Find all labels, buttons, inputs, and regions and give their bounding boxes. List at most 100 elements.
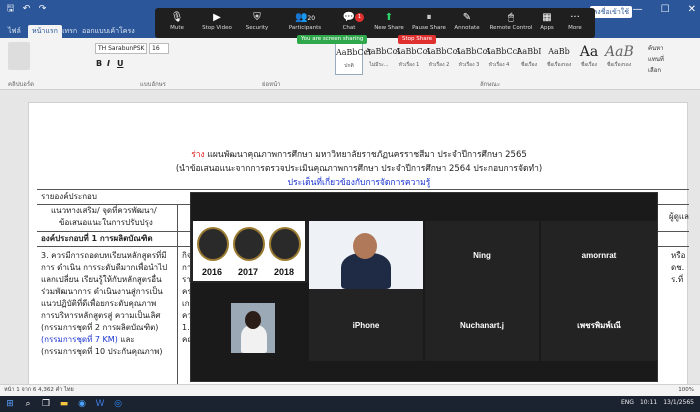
stop-share-button[interactable]: Stop Share	[398, 35, 437, 44]
security-button[interactable]: ⛨ Security	[235, 11, 279, 31]
font-name-select[interactable]: TH SarabunPSK	[95, 43, 147, 54]
participants-count: 20	[307, 15, 316, 22]
participant-tile-petchpim[interactable]: เพชรพิมพ์เณี	[541, 289, 657, 361]
minimize-button[interactable]: —	[633, 4, 643, 15]
stop-video-button[interactable]: ▶ Stop Video	[195, 11, 239, 31]
tab-layout[interactable]: เค้าโครง	[108, 26, 135, 37]
style-title-large[interactable]: Aa ชื่อเรื่อง	[575, 43, 603, 75]
shield-icon: ⛨	[253, 12, 261, 23]
editing-group: ค้นหา แทนที่ เลือก	[648, 43, 664, 76]
windows-start-icon[interactable]: ⊞	[4, 398, 16, 410]
chat-icon: 💬	[342, 12, 356, 23]
font-group-label: แบบอักษร	[140, 81, 166, 88]
pencil-icon: ✎	[462, 12, 472, 23]
document-section-heading: ประเด็นที่เกี่ยวข้องกับการจัดการความรู้	[287, 178, 431, 188]
annotate-button[interactable]: ✎ Annotate	[445, 11, 489, 31]
screen-sharing-indicator: You are screen sharing	[297, 35, 368, 44]
item-3-text: 3. ควรมีการถอดบทเรียนหลักสูตรที่มี การ ด…	[41, 251, 168, 356]
styles-group-label: ลักษณะ	[480, 81, 501, 88]
clock[interactable]: 10:11	[640, 399, 657, 406]
replace-button[interactable]: แทนที่	[648, 54, 664, 65]
year-label: 2018	[274, 267, 295, 277]
input-language[interactable]: ENG	[621, 399, 634, 406]
participant-tile-amornrat[interactable]: amornrat	[541, 221, 657, 289]
participant-name: iPhone	[352, 320, 380, 330]
style-title[interactable]: AaBbI ชื่อเรื่อง	[515, 43, 543, 75]
participant-tile-video-man[interactable]	[309, 221, 423, 289]
file-explorer-icon[interactable]: ▬	[58, 398, 70, 410]
style-subtitle-large[interactable]: AaB ชื่อเรื่องรอง	[605, 43, 634, 75]
column-header-owner: ผู้ดูแล	[669, 212, 689, 221]
quick-access-toolbar: 🖫 ↶ ↷	[6, 5, 47, 14]
save-icon[interactable]: 🖫	[6, 5, 15, 14]
participant-tile-iphone[interactable]: iPhone	[309, 289, 423, 361]
microphone-icon: 🎙	[170, 12, 184, 23]
participant-name: Ning	[473, 250, 491, 260]
redo-icon[interactable]: ↷	[38, 5, 47, 14]
component-row-label: รายองค์ประกอบ	[41, 192, 97, 201]
tab-insert[interactable]: แทรก	[60, 26, 77, 37]
tab-design[interactable]: ออกแบบ	[82, 26, 108, 37]
year-label: 2016	[202, 267, 223, 277]
underline-button[interactable]: U	[117, 59, 124, 68]
clipboard-group-label: คลิปบอร์ด	[8, 81, 35, 88]
status-bar: หน้า 1 จาก 6 4,362 คำ ไทย 100%	[0, 384, 700, 396]
right-column-fragments: หรือ ดช. ร.ที่	[671, 251, 686, 284]
style-heading-1[interactable]: AaBbCcI หัวเรื่อง 1	[395, 43, 430, 75]
chat-button[interactable]: 💬 1 Chat	[327, 11, 371, 31]
style-heading-4[interactable]: AaBbCcI หัวเรื่อง 4	[485, 43, 520, 75]
draft-label: ร่าง	[191, 150, 205, 160]
paragraph-group-label: ย่อหน้า	[262, 81, 281, 88]
column-header-suggestions: แนวทางเสริม/ จุดที่ควรพัฒนา/	[51, 206, 157, 215]
font-size-select[interactable]: 16	[149, 43, 169, 54]
document-subtitle: (นำข้อเสนอแนะจากการตรวจประเมินคุณภาพการศ…	[175, 164, 543, 174]
participant-tile-video-woman[interactable]	[231, 303, 275, 353]
select-button[interactable]: เลือก	[648, 65, 664, 76]
styles-gallery: AaBbCcI ปกติ AaBbCcI ไม่มีระ... AaBbCcI หัว…	[335, 43, 635, 75]
ellipsis-icon: ···	[570, 12, 580, 23]
paste-button[interactable]	[8, 42, 30, 70]
page-count[interactable]: หน้า 1 จาก 6	[4, 387, 36, 393]
participants-button[interactable]: 👥20 Participants	[283, 11, 327, 31]
style-heading-3[interactable]: AaBbCcI หัวเรื่อง 3	[455, 43, 490, 75]
participant-name: Nuchanart.j	[459, 320, 504, 330]
style-subtitle[interactable]: AaBb ชื่อเรื่องรอง	[545, 43, 573, 75]
ribbon: คลิปบอร์ด TH SarabunPSK 16 B I U แบบอักษ…	[0, 38, 700, 90]
bold-button[interactable]: B	[96, 59, 102, 68]
more-button[interactable]: ··· More	[553, 11, 597, 31]
zoom-gallery-view[interactable]: 2016 2017 2018 Ning amornrat iPhone Nuch…	[190, 192, 658, 382]
undo-icon[interactable]: ↶	[22, 5, 31, 14]
new-share-button[interactable]: ⬆ New Share	[367, 11, 411, 31]
share-arrow-icon: ⬆	[384, 12, 394, 23]
column-header-suggestions-2: ข้อเสนอแนะในการปรับปรุง	[59, 218, 153, 227]
seal-logo-icon	[269, 227, 301, 261]
language-indicator[interactable]: ไทย	[64, 387, 74, 393]
task-view-icon[interactable]: ❐	[40, 398, 52, 410]
style-normal[interactable]: AaBbCcI ปกติ	[335, 43, 371, 75]
style-heading-2[interactable]: AaBbCcI หัวเรื่อง 2	[425, 43, 460, 75]
logos-image: 2016 2017 2018	[193, 221, 305, 281]
zoom-icon[interactable]: ◎	[112, 398, 124, 410]
find-button[interactable]: ค้นหา	[648, 43, 664, 54]
word-icon[interactable]: W	[94, 398, 106, 410]
taskbar: ⊞ ⌕ ❐ ▬ ◉ W ◎ ENG 10:11 13/1/2565	[0, 396, 700, 412]
date[interactable]: 13/1/2565	[663, 399, 694, 406]
year-label: 2017	[238, 267, 259, 277]
tab-home[interactable]: หน้าแรก	[28, 25, 62, 38]
participant-tile-ning[interactable]: Ning	[425, 221, 539, 289]
seal-logo-icon	[197, 227, 229, 261]
search-icon[interactable]: ⌕	[22, 398, 34, 410]
video-camera-icon: ▶	[213, 12, 221, 23]
italic-button[interactable]: I	[107, 59, 110, 68]
seal-logo-icon	[233, 227, 265, 261]
mute-button[interactable]: 🎙 Mute	[155, 11, 199, 31]
edge-icon[interactable]: ◉	[76, 398, 88, 410]
participant-tile-logos[interactable]: 2016 2017 2018	[191, 221, 309, 283]
style-no-spacing[interactable]: AaBbCcI ไม่มีระ...	[365, 43, 400, 75]
word-count[interactable]: 4,362 คำ	[38, 387, 62, 393]
tab-file[interactable]: ไฟล์	[8, 26, 21, 37]
maximize-button[interactable]: ☐	[661, 4, 670, 15]
participant-tile-nuchanart[interactable]: Nuchanart.j	[425, 289, 539, 361]
zoom-level[interactable]: 100%	[678, 385, 694, 396]
close-button[interactable]: ✕	[688, 4, 696, 15]
